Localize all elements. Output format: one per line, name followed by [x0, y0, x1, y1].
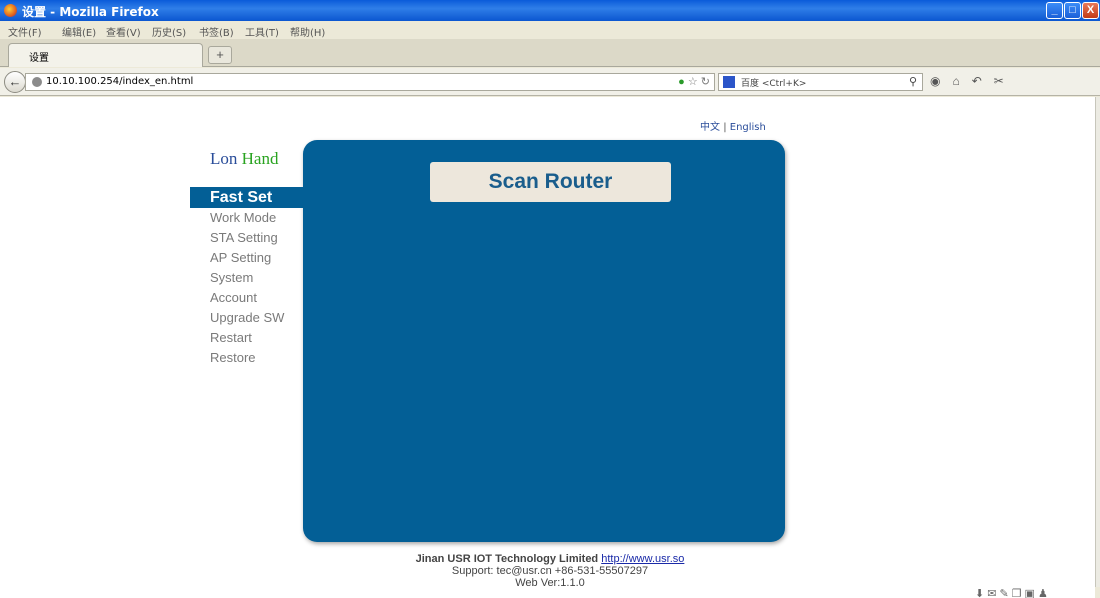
lang-chinese-link[interactable]: 中文 — [700, 122, 720, 133]
sidebar-item-ap-setting[interactable]: AP Setting — [190, 248, 303, 268]
bookmark-star-icon[interactable]: ☆ — [688, 76, 698, 88]
url-bar-icons: ● ☆ ↻ — [678, 75, 710, 88]
menu-bar: 文件(F) 编辑(E) 查看(V) 历史(S) 书签(B) 工具(T) 帮助(H… — [0, 21, 1100, 39]
menu-tools[interactable]: 工具(T) — [245, 24, 279, 39]
go-icon[interactable]: ● — [678, 76, 685, 88]
lang-separator: | — [723, 122, 727, 133]
url-bar[interactable]: 10.10.100.254/index_en.html ● ☆ ↻ — [25, 73, 715, 91]
home-icon[interactable]: ⌂ — [952, 74, 971, 88]
undo-icon[interactable]: ↶ — [972, 74, 994, 88]
new-tab-button[interactable]: + — [208, 46, 232, 64]
web-version: Web Ver:1.1.0 — [515, 577, 585, 589]
footer-company-line: Jinan USR IOT Technology Limited http://… — [300, 553, 800, 565]
window-title: 设置 - Mozilla Firefox — [22, 5, 159, 19]
company-website-link[interactable]: http://www.usr.so — [601, 553, 684, 565]
menu-history[interactable]: 历史(S) — [152, 24, 186, 39]
tab-settings[interactable]: 设置 — [8, 43, 203, 67]
search-icon[interactable]: ⚲ — [909, 75, 917, 88]
brand-part-lon: Lon — [210, 149, 238, 168]
reload-icon[interactable]: ↻ — [701, 76, 710, 88]
download-icon[interactable]: ⬇ — [975, 588, 987, 598]
sidebar-item-system[interactable]: System — [190, 268, 303, 288]
brand-part-hand: Hand — [241, 149, 279, 168]
language-switch: 中文 | English — [700, 118, 766, 133]
toolbar-icons: ◉⌂↶✂ — [930, 74, 1016, 88]
menu-bookmarks[interactable]: 书签(B) — [199, 24, 234, 39]
back-button[interactable]: ← — [4, 71, 26, 93]
sidebar-item-fast-set[interactable]: Fast Set — [190, 187, 303, 208]
sidebar-item-sta-setting[interactable]: STA Setting — [190, 228, 303, 248]
page-footer: Jinan USR IOT Technology Limited http://… — [300, 553, 800, 589]
support-info: Support: tec@usr.cn +86-531-55507297 — [451, 565, 649, 577]
edit-icon[interactable]: ✎ — [999, 588, 1011, 598]
brand-logo: Lon Hand — [210, 149, 278, 169]
copy-icon[interactable]: ❐ — [1012, 588, 1025, 598]
navigation-bar: ← 10.10.100.254/index_en.html ● ☆ ↻ 百度 <… — [0, 68, 1100, 96]
page-content: 中文 | English Lon Hand Scan Router Fast S… — [0, 97, 1095, 598]
sidebar-item-restart[interactable]: Restart — [190, 328, 303, 348]
user-icon[interactable]: ♟ — [1038, 588, 1051, 598]
scan-router-button[interactable]: Scan Router — [430, 162, 671, 202]
site-identity-icon[interactable] — [32, 77, 42, 87]
search-engine-icon[interactable] — [723, 76, 735, 88]
menu-help[interactable]: 帮助(H) — [290, 24, 325, 39]
menu-view[interactable]: 查看(V) — [106, 24, 141, 39]
print-icon[interactable]: ▣ — [1025, 588, 1038, 598]
maximize-button[interactable]: □ — [1064, 2, 1081, 19]
menu-file[interactable]: 文件(F) — [8, 24, 42, 39]
company-name: Jinan USR IOT Technology Limited — [415, 553, 599, 565]
tab-label: 设置 — [29, 53, 49, 64]
sidebar-item-account[interactable]: Account — [190, 288, 303, 308]
status-bar-icons: ⬇✉✎❐▣♟ — [975, 587, 1051, 598]
search-bar[interactable]: 百度 <Ctrl+K> ⚲ — [718, 73, 923, 91]
sidebar-menu: Fast Set Work Mode STA Setting AP Settin… — [190, 187, 303, 368]
sidebar-item-restore[interactable]: Restore — [190, 348, 303, 368]
vertical-scrollbar[interactable] — [1095, 97, 1100, 587]
tools-icon[interactable]: ✂ — [994, 74, 1016, 88]
close-button[interactable]: X — [1082, 2, 1099, 19]
menu-edit[interactable]: 编辑(E) — [62, 24, 96, 39]
addon-bar-icon[interactable]: ✉ — [987, 588, 999, 598]
sidebar-item-upgrade-sw[interactable]: Upgrade SW — [190, 308, 303, 328]
search-input[interactable]: 百度 <Ctrl+K> — [741, 76, 806, 89]
minimize-button[interactable]: _ — [1046, 2, 1063, 19]
addon-icon[interactable]: ◉ — [930, 74, 952, 88]
sidebar-item-work-mode[interactable]: Work Mode — [190, 208, 303, 228]
window-titlebar: 设置 - Mozilla Firefox _ □ X — [0, 0, 1100, 21]
main-panel: Scan Router — [303, 140, 785, 542]
lang-english-link[interactable]: English — [730, 122, 766, 133]
tab-strip: 设置 + — [0, 39, 1100, 67]
url-text[interactable]: 10.10.100.254/index_en.html — [46, 76, 193, 87]
firefox-icon — [4, 4, 17, 17]
